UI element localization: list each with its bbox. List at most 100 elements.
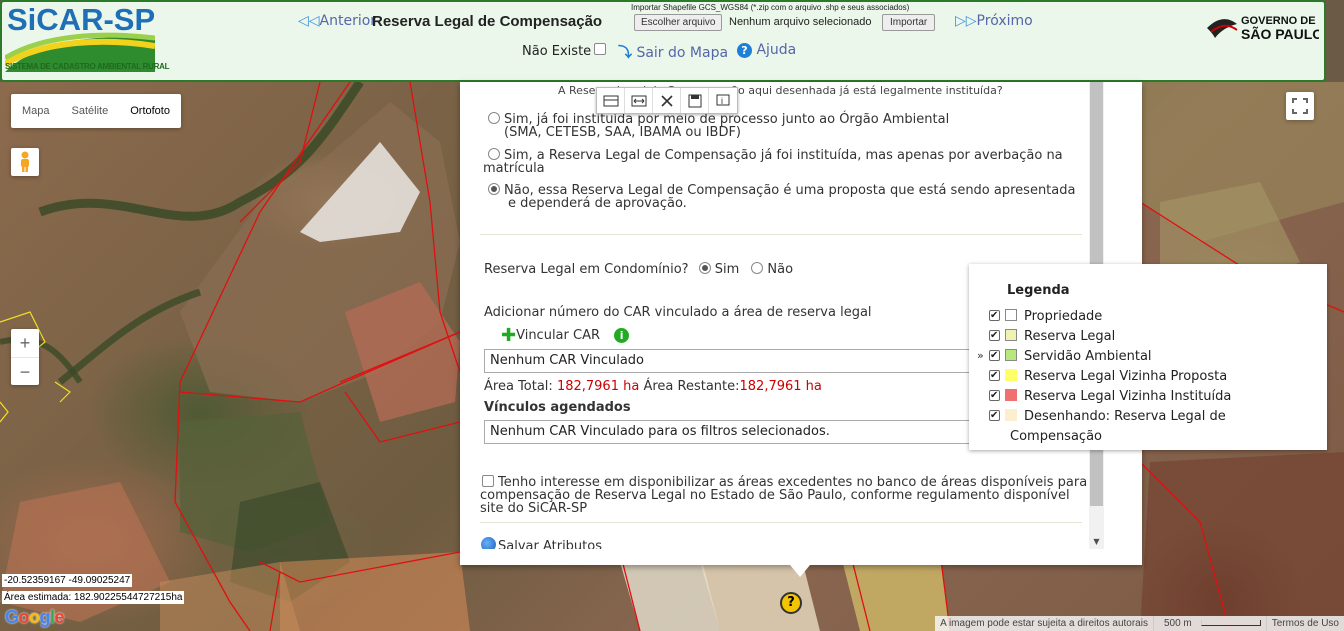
condominio-sim-label: Sim xyxy=(714,262,740,277)
next-link[interactable]: ▷▷Próximo xyxy=(955,13,1033,29)
legend-swatch xyxy=(1005,389,1017,401)
legend-label: Servidão Ambiental xyxy=(1024,349,1152,364)
delete-x-icon[interactable] xyxy=(653,88,681,113)
draw-polygon-icon[interactable] xyxy=(597,88,625,113)
legend-checkbox[interactable] xyxy=(989,348,1000,364)
area-summary: Área Total: 182,7961 ha Área Restante:18… xyxy=(484,380,822,393)
svg-text:i: i xyxy=(721,96,723,106)
double-right-arrow-icon: ▷▷ xyxy=(955,13,977,29)
help-marker-icon[interactable]: ? xyxy=(780,592,802,614)
salvar-atributos-button[interactable]: Salvar Atributos xyxy=(481,537,602,549)
legend-item-servidao-ambiental[interactable]: Servidão Ambiental xyxy=(989,348,1152,365)
scroll-down-arrow-icon[interactable]: ▼ xyxy=(1089,534,1104,549)
legend-item-rl-vizinha-instituida[interactable]: Reserva Legal Vizinha Instituída xyxy=(989,388,1232,405)
street-view-pegman-icon[interactable] xyxy=(11,148,39,176)
terms-link[interactable]: Termos de Uso xyxy=(1265,616,1344,631)
condominio-nao-label: Não xyxy=(767,262,794,277)
area-restante-label: Área Restante: xyxy=(643,379,740,394)
legend-checkbox[interactable] xyxy=(989,328,1000,344)
legend-item-reserva-legal[interactable]: Reserva Legal xyxy=(989,328,1116,345)
vincular-car-button[interactable]: ✚Vincular CAR i xyxy=(501,327,630,345)
legend-item-propriedade[interactable]: Propriedade xyxy=(989,308,1103,325)
map-type-control: Mapa Satélite Ortofoto xyxy=(11,94,181,128)
option-1-line2: (SMA, CETESB, SAA, IBAMA ou IBDF) xyxy=(504,125,742,140)
help-icon: ? xyxy=(737,43,752,58)
no-file-status: Nenhum arquivo selecionado xyxy=(729,16,872,28)
measure-icon[interactable] xyxy=(625,88,653,113)
governo-sp-logo: GOVERNO DE SÃO PAULO xyxy=(1207,15,1319,42)
info-panel-icon[interactable]: i xyxy=(709,88,737,113)
radio-condominio-sim[interactable] xyxy=(698,262,711,274)
map-type-mapa[interactable]: Mapa xyxy=(11,94,61,128)
previous-link[interactable]: ◁◁Anterior xyxy=(298,13,376,29)
legend-item-desenhando[interactable]: Desenhando: Reserva Legal de xyxy=(989,408,1226,425)
legend-swatch xyxy=(1005,369,1017,381)
coordinates-readout: -20.52359167 -49.09025247 xyxy=(2,574,133,587)
logo-subtitle: SISTEMA DE CADASTRO AMBIENTAL RURAL xyxy=(5,62,170,71)
vincular-label: Vincular CAR xyxy=(516,328,600,343)
map-type-ortofoto[interactable]: Ortofoto xyxy=(119,94,181,128)
panel-pointer xyxy=(790,565,810,577)
legend-label: Reserva Legal xyxy=(1024,329,1116,344)
legend-swatch xyxy=(1005,409,1017,421)
legend-swatch xyxy=(1005,349,1017,361)
sair-do-mapa-link[interactable]: ⤵ Sair do Mapa xyxy=(618,42,728,62)
google-logo: Google xyxy=(5,607,65,627)
legend-checkbox[interactable] xyxy=(989,388,1000,404)
scale-bar xyxy=(1200,620,1261,627)
scale-label: 500 m xyxy=(1152,616,1266,631)
previous-label: Anterior xyxy=(319,13,377,29)
map-legend: Legenda » Propriedade Reserva Legal Serv… xyxy=(969,264,1327,450)
gov-line2: SÃO PAULO xyxy=(1241,25,1319,42)
nao-existe-checkbox[interactable] xyxy=(594,43,606,55)
vinculos-title: Vínculos agendados xyxy=(484,400,631,415)
condominio-question: Reserva Legal em Condomínio? Sim Não xyxy=(484,262,793,276)
option-instituida-processo[interactable]: Sim, já foi instituída por meio de proce… xyxy=(488,112,949,126)
ajuda-label: Ajuda xyxy=(756,42,797,58)
estimated-area-readout: Área estimada: 182.90225544727215ha xyxy=(2,591,185,604)
legend-title: Legenda xyxy=(1007,283,1070,298)
area-total-value: 182,7961 ha xyxy=(556,379,640,394)
legend-swatch xyxy=(1005,309,1017,321)
option-instituida-averbacao[interactable]: Sim, a Reserva Legal de Compensação já f… xyxy=(488,148,1063,162)
ajuda-link[interactable]: ? Ajuda xyxy=(737,42,796,58)
legend-swatch xyxy=(1005,329,1017,341)
legend-expand-arrow-icon[interactable]: » xyxy=(977,349,984,362)
legend-item-rl-vizinha-proposta[interactable]: Reserva Legal Vizinha Proposta xyxy=(989,368,1227,385)
page-title: Reserva Legal de Compensação xyxy=(372,13,603,30)
legend-checkbox[interactable] xyxy=(989,308,1000,324)
legend-checkbox[interactable] xyxy=(989,368,1000,384)
fullscreen-icon[interactable] xyxy=(1286,92,1314,120)
option-2-line1: Sim, a Reserva Legal de Compensação já f… xyxy=(504,148,1063,163)
interesse-line3: site do SiCAR-SP xyxy=(480,501,588,516)
radio-condominio-nao[interactable] xyxy=(751,262,764,274)
map-type-satelite[interactable]: Satélite xyxy=(61,94,120,128)
double-left-arrow-icon: ◁◁ xyxy=(298,13,320,29)
divider xyxy=(480,234,1082,235)
import-button[interactable]: Importar xyxy=(882,14,936,31)
zoom-out-button[interactable]: − xyxy=(11,357,39,385)
option-proposta[interactable]: Não, essa Reserva Legal de Compensação é… xyxy=(488,183,1075,197)
drawing-toolbar: i xyxy=(596,87,738,114)
legend-checkbox[interactable] xyxy=(989,408,1000,424)
salvar-label: Salvar Atributos xyxy=(498,539,602,549)
area-restante-value: 182,7961 ha xyxy=(739,379,822,394)
legend-label: Reserva Legal Vizinha Instituída xyxy=(1024,389,1232,404)
choose-file-button[interactable]: Escolher arquivo xyxy=(634,14,723,31)
radio-instituida-processo[interactable] xyxy=(488,112,500,124)
zoom-in-button[interactable]: + xyxy=(11,329,39,357)
sair-label: Sair do Mapa xyxy=(636,45,729,61)
legend-label: Desenhando: Reserva Legal de xyxy=(1024,409,1226,424)
interesse-option[interactable]: Tenho interesse em disponibilizar as áre… xyxy=(482,475,1087,489)
radio-proposta[interactable] xyxy=(488,183,500,195)
radio-instituida-averbacao[interactable] xyxy=(488,148,500,160)
map-attribution: A imagem pode estar sujeita a direitos a… xyxy=(935,616,1344,631)
attribution-text: A imagem pode estar sujeita a direitos a… xyxy=(940,618,1148,629)
divider xyxy=(480,522,1082,523)
legend-label: Propriedade xyxy=(1024,309,1103,324)
interesse-checkbox[interactable] xyxy=(482,475,494,487)
save-floppy-icon[interactable] xyxy=(681,88,709,113)
option-3-line2: e dependerá de aprovação. xyxy=(508,196,687,211)
exit-arrow-icon: ⤵ xyxy=(618,45,632,61)
info-icon[interactable]: i xyxy=(614,328,630,343)
